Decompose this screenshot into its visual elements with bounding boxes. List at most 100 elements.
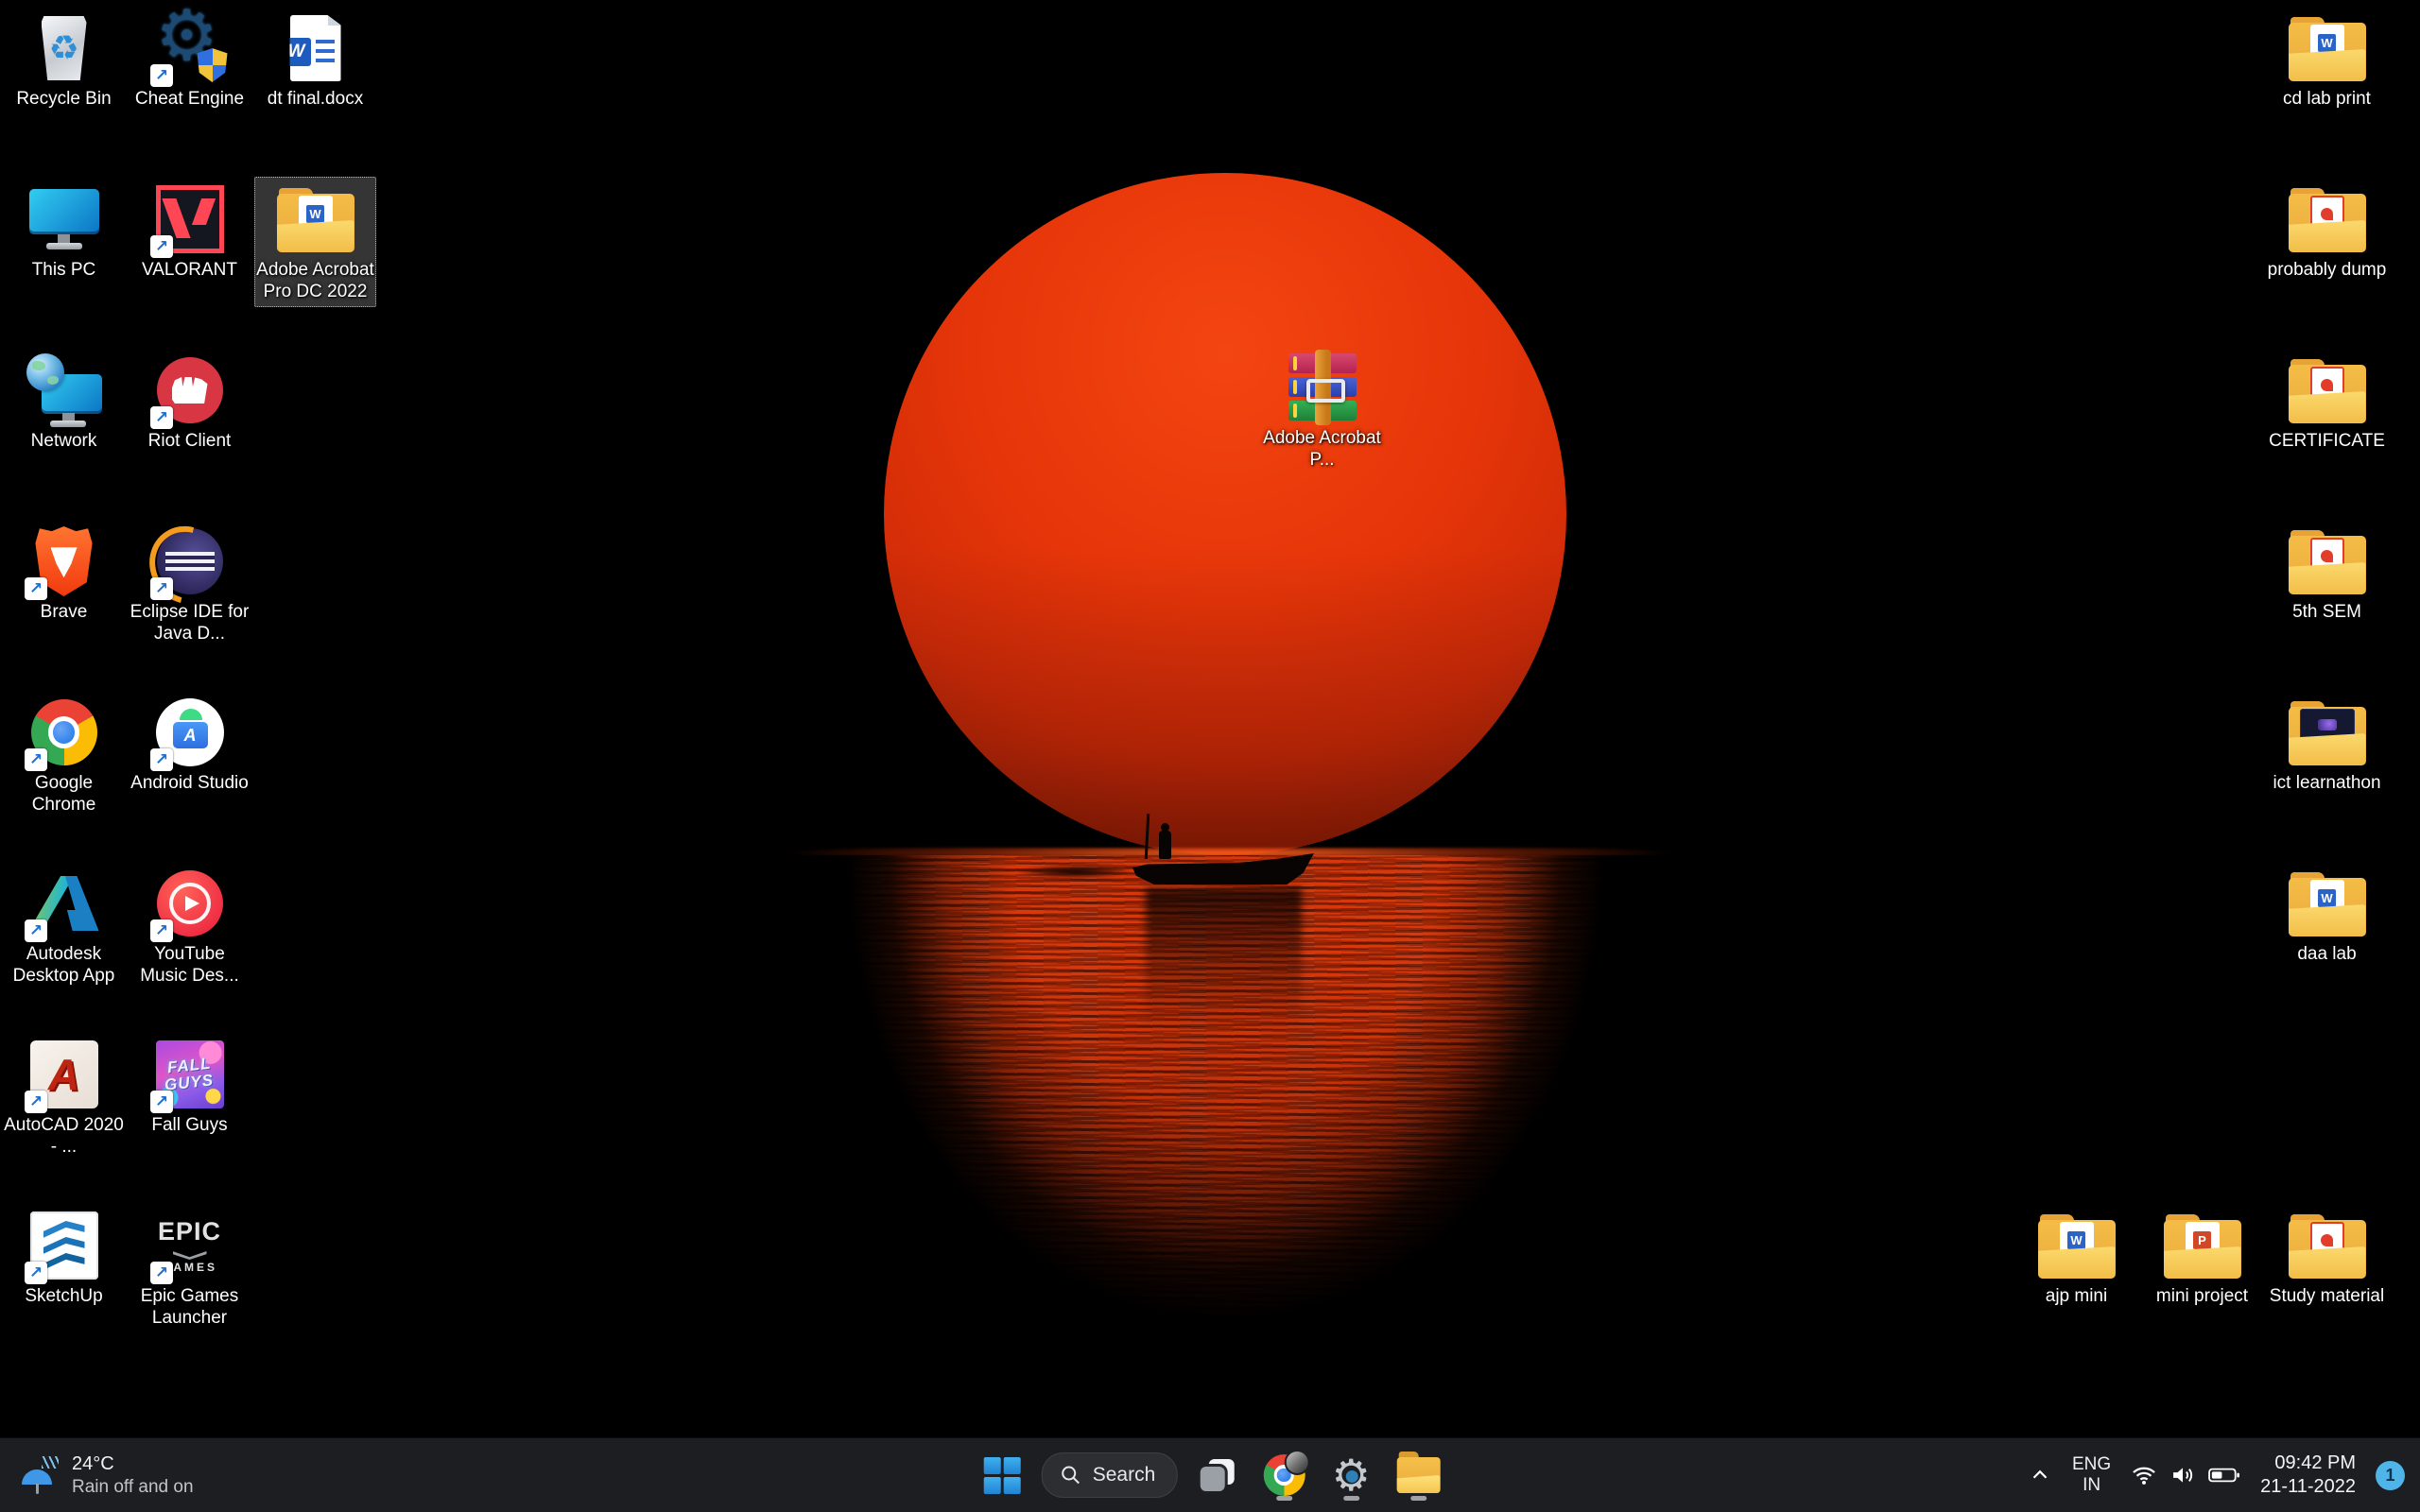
desktop-icon-android-studio[interactable]: Android Studio xyxy=(129,690,251,799)
desktop-icon-5th-sem[interactable]: 5th SEM xyxy=(2266,519,2388,627)
desktop-icon-cd-lab-print[interactable]: cd lab print xyxy=(2266,6,2388,114)
icon-label: ajp mini xyxy=(2046,1285,2107,1307)
desktop-icon-certificate[interactable]: CERTIFICATE xyxy=(2266,348,2388,456)
icon-label: Network xyxy=(31,430,97,452)
desktop-icon-eclipse[interactable]: Eclipse IDE for Java D... xyxy=(129,519,251,649)
settings-taskbar-button[interactable] xyxy=(1323,1448,1378,1503)
chrome-taskbar-button[interactable] xyxy=(1256,1448,1311,1503)
shortcut-arrow-icon xyxy=(150,1262,173,1284)
chrome-icon xyxy=(4,693,124,772)
desktop-icon-ajp-mini[interactable]: ajp mini xyxy=(2015,1203,2137,1312)
start-button[interactable] xyxy=(975,1448,1029,1503)
icon-label: Cheat Engine xyxy=(135,88,244,110)
folder-powerpoint-icon xyxy=(2142,1206,2262,1285)
task-view-button[interactable] xyxy=(1189,1448,1244,1503)
desktop-icon-daa-lab[interactable]: daa lab xyxy=(2266,861,2388,970)
desktop-icon-fall-guys[interactable]: Fall Guys xyxy=(129,1032,251,1141)
winrar-archive-icon xyxy=(1262,348,1382,427)
desktop-icon-youtube-music[interactable]: YouTube Music Des... xyxy=(129,861,251,991)
hidden-icons-chevron[interactable] xyxy=(2028,1463,2052,1487)
desktop-icon-study-material[interactable]: Study material xyxy=(2266,1203,2388,1312)
clock-date: 21-11-2022 xyxy=(2260,1475,2356,1499)
desktop-icon-brave[interactable]: Brave xyxy=(3,519,125,627)
icon-label: mini project xyxy=(2156,1285,2248,1307)
taskbar-center: Search xyxy=(975,1438,1446,1512)
desktop-icon-dt-final-docx[interactable]: dt final.docx xyxy=(254,6,376,114)
desktop-icon-autocad[interactable]: AutoCAD 2020 - ... xyxy=(3,1032,125,1162)
icon-label: Android Studio xyxy=(130,772,249,794)
desktop-icon-ict-learnathon[interactable]: ict learnathon xyxy=(2266,690,2388,799)
fall-guys-icon xyxy=(130,1035,250,1114)
desktop-icon-adobe-acrobat-folder[interactable]: Adobe Acrobat Pro DC 2022 xyxy=(254,177,376,307)
desktop-icon-adobe-acrobat-archive[interactable]: Adobe Acrobat P... xyxy=(1261,345,1383,475)
rain-umbrella-icon xyxy=(19,1455,59,1495)
weather-condition: Rain off and on xyxy=(72,1476,194,1499)
riot-client-icon xyxy=(130,351,250,430)
folder-pdf-icon xyxy=(2267,180,2387,259)
network-volume-battery-button[interactable] xyxy=(2131,1462,2240,1488)
wallpaper-sun xyxy=(884,173,1566,855)
icon-label: Recycle Bin xyxy=(16,88,111,110)
icon-label: probably dump xyxy=(2268,259,2387,281)
brave-icon xyxy=(4,522,124,601)
desktop-icon-network[interactable]: Network xyxy=(3,348,125,456)
weather-temperature: 24°C xyxy=(72,1452,194,1476)
shortcut-arrow-icon xyxy=(150,577,173,600)
shortcut-arrow-icon xyxy=(150,235,173,258)
desktop-icon-google-chrome[interactable]: Google Chrome xyxy=(3,690,125,820)
file-explorer-icon xyxy=(1396,1457,1440,1493)
desktop-icon-cheat-engine[interactable]: Cheat Engine xyxy=(129,6,251,114)
youtube-music-icon xyxy=(130,864,250,943)
globe-icon xyxy=(26,353,64,391)
desktop-icon-valorant[interactable]: VALORANT xyxy=(129,177,251,285)
recycle-bin-icon xyxy=(4,9,124,88)
folder-word-icon xyxy=(2267,9,2387,88)
epic-games-icon xyxy=(130,1206,250,1285)
desktop-icon-autodesk[interactable]: Autodesk Desktop App xyxy=(3,861,125,991)
valorant-icon xyxy=(130,180,250,259)
word-document-icon xyxy=(255,9,375,88)
this-pc-icon xyxy=(4,180,124,259)
cheat-engine-icon xyxy=(130,9,250,88)
shortcut-arrow-icon xyxy=(25,748,47,771)
wifi-icon xyxy=(2131,1462,2157,1488)
icon-label: Fall Guys xyxy=(151,1114,227,1136)
task-view-icon xyxy=(1197,1455,1236,1495)
running-indicator xyxy=(1276,1496,1292,1501)
language-line2: IN xyxy=(2072,1475,2111,1496)
profile-avatar xyxy=(1284,1450,1309,1475)
search-icon xyxy=(1060,1464,1082,1486)
notification-badge[interactable]: 1 xyxy=(2376,1461,2405,1490)
shortcut-arrow-icon xyxy=(150,748,173,771)
desktop-icon-epic-games[interactable]: Epic Games Launcher xyxy=(129,1203,251,1333)
desktop-icon-this-pc[interactable]: This PC xyxy=(3,177,125,285)
icon-label: AutoCAD 2020 - ... xyxy=(4,1114,124,1158)
android-studio-icon xyxy=(130,693,250,772)
search-box[interactable]: Search xyxy=(1042,1452,1178,1498)
running-indicator xyxy=(1410,1496,1426,1501)
icon-label: Study material xyxy=(2270,1285,2384,1307)
icon-label: Google Chrome xyxy=(4,772,124,816)
desktop-icon-mini-project[interactable]: mini project xyxy=(2141,1203,2263,1312)
desktop-icon-sketchup[interactable]: SketchUp xyxy=(3,1203,125,1312)
shortcut-arrow-icon xyxy=(25,1091,47,1113)
windows-start-icon xyxy=(983,1457,1020,1494)
icon-label: 5th SEM xyxy=(2292,601,2361,623)
wallpaper-boat-wake xyxy=(1016,865,1134,879)
file-explorer-taskbar-button[interactable] xyxy=(1391,1448,1445,1503)
clock[interactable]: 09:42 PM 21-11-2022 xyxy=(2260,1452,2356,1499)
icon-label: Autodesk Desktop App xyxy=(4,943,124,987)
icon-label: daa lab xyxy=(2297,943,2356,965)
weather-widget[interactable]: 24°C Rain off and on xyxy=(0,1438,213,1512)
shortcut-arrow-icon xyxy=(25,1262,47,1284)
folder-pdf-icon xyxy=(2267,1206,2387,1285)
desktop-icon-probably-dump[interactable]: probably dump xyxy=(2266,177,2388,285)
language-indicator[interactable]: ENG IN xyxy=(2072,1454,2111,1497)
shortcut-arrow-icon xyxy=(25,919,47,942)
desktop-icon-riot-client[interactable]: Riot Client xyxy=(129,348,251,456)
icon-label: SketchUp xyxy=(25,1285,102,1307)
desktop-icon-recycle-bin[interactable]: Recycle Bin xyxy=(3,6,125,114)
icon-label: Epic Games Launcher xyxy=(130,1285,250,1329)
folder-word-icon xyxy=(2016,1206,2136,1285)
folder-word-icon xyxy=(2267,864,2387,943)
